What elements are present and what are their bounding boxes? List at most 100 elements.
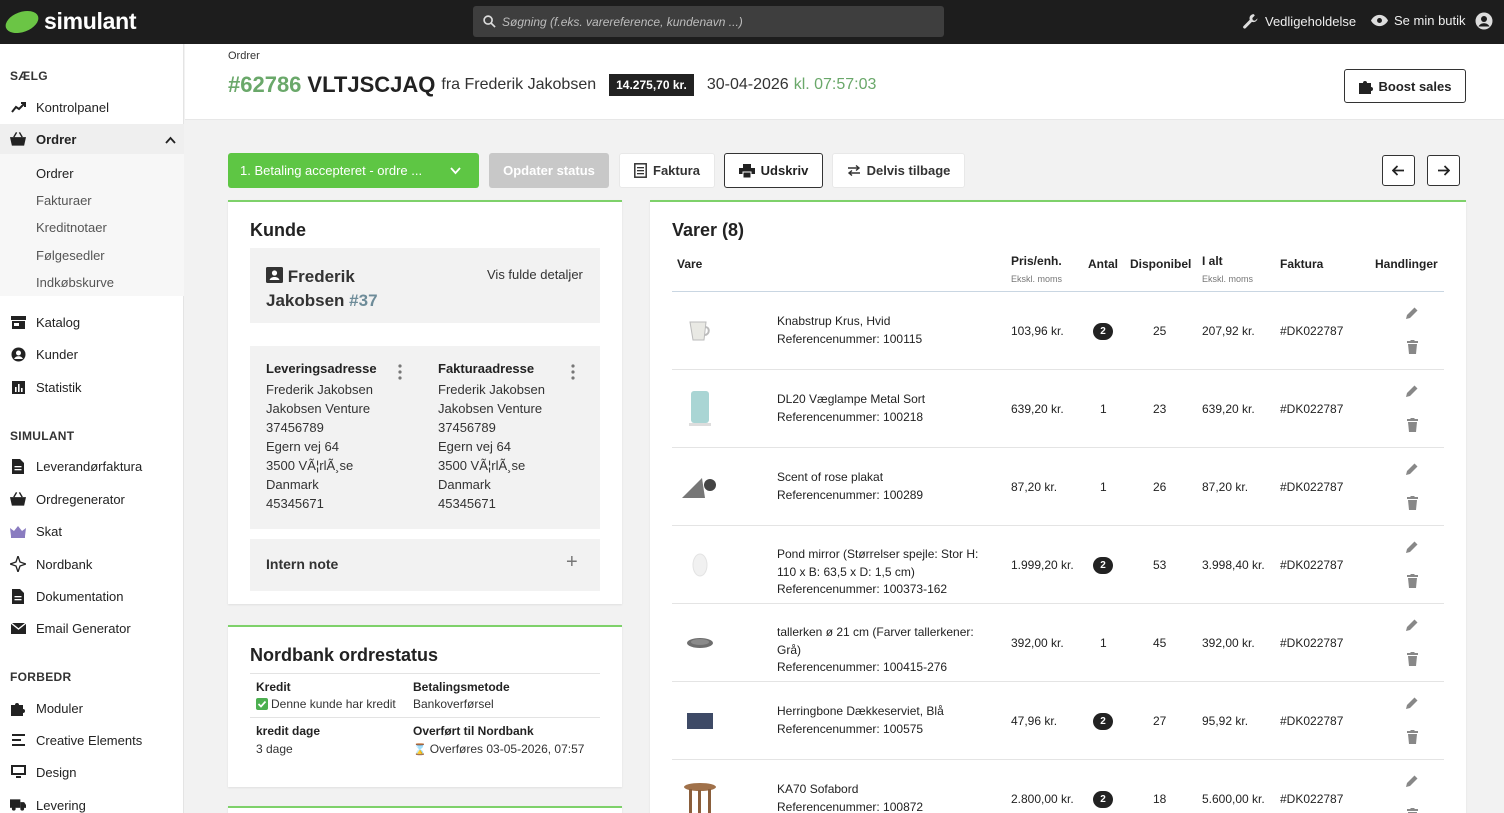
unit-price: 103,96 kr. (1011, 324, 1064, 338)
invoice-ref[interactable]: #DK022787 (1280, 402, 1343, 416)
product-name[interactable]: Knabstrup Krus, Hvid (777, 313, 987, 331)
product-image[interactable] (680, 391, 720, 426)
delete-trash-icon[interactable] (1407, 808, 1418, 813)
chevron-up-icon[interactable] (165, 132, 176, 147)
previous-order-button[interactable] (1382, 155, 1415, 186)
document-icon (10, 588, 26, 604)
sidebar-item-kontrolpanel[interactable]: Kontrolpanel (0, 92, 184, 122)
submenu-fakturaer[interactable]: Fakturaer (36, 193, 92, 208)
product-name[interactable]: KA70 Sofabord (777, 781, 987, 799)
delete-trash-icon[interactable] (1407, 340, 1418, 357)
submenu-indkobskurve[interactable]: Indkøbskurve (36, 275, 114, 290)
update-status-button[interactable]: Opdater status (489, 153, 609, 188)
view-shop-link[interactable]: Se min butik (1371, 13, 1466, 28)
sidebar-item-nordbank[interactable]: Nordbank (0, 549, 184, 579)
invoice-ref[interactable]: #DK022787 (1280, 558, 1343, 572)
submenu-folgesedler[interactable]: Følgesedler (36, 248, 105, 263)
sidebar-item-kunder[interactable]: Kunder (0, 339, 184, 369)
col-header-available[interactable]: Disponibel (1130, 257, 1191, 271)
product-name[interactable]: tallerken ø 21 cm (Farver tallerkener: (777, 624, 987, 642)
brand-logo[interactable]: simulant (4, 7, 136, 35)
account-button[interactable] (1475, 12, 1499, 30)
partial-return-button[interactable]: Delvis tilbage (832, 153, 965, 188)
sidebar-item-label: Moduler (36, 700, 83, 716)
delete-trash-icon[interactable] (1407, 496, 1418, 513)
submenu-kreditnotaer[interactable]: Kreditnotaer (36, 220, 107, 235)
delete-trash-icon[interactable] (1407, 574, 1418, 591)
delete-trash-icon[interactable] (1407, 730, 1418, 747)
product-image[interactable] (680, 628, 720, 658)
sidebar-item-dokumentation[interactable]: Dokumentation (0, 581, 184, 611)
col-header-qty[interactable]: Antal (1088, 257, 1118, 271)
product-image[interactable] (680, 706, 720, 736)
sidebar: SÆLG Kontrolpanel Ordrer Ordrer Fakturae… (0, 44, 184, 813)
col-header-price[interactable]: Pris/enh. (1011, 254, 1062, 268)
delivery-menu-icon[interactable] (398, 364, 402, 383)
sidebar-item-creative-elements[interactable]: Creative Elements (0, 725, 184, 755)
edit-pencil-icon[interactable] (1405, 696, 1419, 713)
product-name[interactable]: Herringbone Dækkeserviet, Blå (777, 703, 987, 721)
line-total: 639,20 kr. (1202, 402, 1255, 416)
edit-pencil-icon[interactable] (1405, 306, 1419, 323)
section-title-saelg: SÆLG (10, 69, 48, 83)
product-image[interactable] (680, 550, 720, 580)
monitor-icon (10, 764, 26, 780)
wrench-icon (1243, 14, 1258, 29)
unit-price: 87,20 kr. (1011, 480, 1058, 494)
invoice-ref[interactable]: #DK022787 (1280, 792, 1343, 806)
edit-pencil-icon[interactable] (1405, 618, 1419, 635)
sidebar-item-statistik[interactable]: Statistik (0, 372, 184, 402)
breadcrumb[interactable]: Ordrer (228, 50, 260, 62)
available-value: 23 (1153, 402, 1167, 416)
product-image[interactable] (680, 316, 720, 346)
product-name-cont[interactable]: Grå) (777, 642, 987, 660)
sidebar-item-email-generator[interactable]: Email Generator (0, 613, 184, 643)
col-header-total[interactable]: I alt (1202, 254, 1223, 268)
search-box[interactable] (473, 6, 944, 37)
sidebar-item-levering[interactable]: Levering (0, 790, 184, 813)
delete-trash-icon[interactable] (1407, 652, 1418, 669)
billing-menu-icon[interactable] (571, 364, 575, 383)
sidebar-item-ordrer[interactable]: Ordrer (0, 124, 184, 154)
sidebar-item-label: Nordbank (36, 556, 93, 572)
product-name[interactable]: Pond mirror (Størrelser spejle: Stor H: (777, 546, 987, 564)
boost-sales-button[interactable]: Boost sales (1344, 69, 1466, 103)
invoice-ref[interactable]: #DK022787 (1280, 480, 1343, 494)
col-header-invoice[interactable]: Faktura (1280, 257, 1323, 271)
next-order-button[interactable] (1427, 155, 1460, 186)
edit-pencil-icon[interactable] (1405, 774, 1419, 791)
address-line: Jakobsen Venture (438, 401, 543, 416)
sidebar-item-moduler[interactable]: Moduler (0, 693, 184, 723)
print-button[interactable]: Udskriv (724, 153, 823, 188)
sidebar-item-katalog[interactable]: Katalog (0, 307, 184, 337)
plus-icon[interactable]: + (566, 551, 578, 574)
sidebar-item-design[interactable]: Design (0, 757, 184, 787)
product-name[interactable]: Scent of rose plakat (777, 469, 987, 487)
view-full-details-link[interactable]: Vis fulde detaljer (487, 267, 583, 282)
delete-trash-icon[interactable] (1407, 418, 1418, 435)
order-reference: VLTJSCJAQ (307, 72, 436, 97)
customer-first-name: Frederik (287, 267, 355, 286)
product-image[interactable] (680, 472, 720, 502)
maintenance-link[interactable]: Vedligeholdelse (1242, 13, 1356, 30)
order-status-select[interactable]: 1. Betaling accepteret - ordre ... (228, 153, 479, 188)
invoice-ref[interactable]: #DK022787 (1280, 324, 1343, 338)
quantity-badge: 2 (1093, 557, 1113, 574)
internal-note-panel[interactable]: Intern note + (250, 539, 600, 591)
edit-pencil-icon[interactable] (1405, 384, 1419, 401)
edit-pencil-icon[interactable] (1405, 462, 1419, 479)
product-image[interactable] (680, 783, 720, 813)
sidebar-item-leverandorfaktura[interactable]: Leverandørfaktura (0, 451, 184, 481)
edit-pencil-icon[interactable] (1405, 540, 1419, 557)
invoice-ref[interactable]: #DK022787 (1280, 636, 1343, 650)
invoice-button[interactable]: Faktura (619, 153, 715, 188)
product-name-cont[interactable]: 110 x B: 63,5 x D: 1,5 cm) (777, 564, 987, 582)
search-input[interactable] (502, 14, 922, 29)
sidebar-item-skat[interactable]: Skat (0, 516, 184, 546)
line-total: 5.600,00 kr. (1202, 792, 1265, 806)
invoice-ref[interactable]: #DK022787 (1280, 714, 1343, 728)
col-header-product[interactable]: Vare (677, 257, 702, 271)
product-name[interactable]: DL20 Væglampe Metal Sort (777, 391, 987, 409)
submenu-ordrer[interactable]: Ordrer (36, 166, 74, 181)
sidebar-item-ordregenerator[interactable]: Ordregenerator (0, 484, 184, 514)
